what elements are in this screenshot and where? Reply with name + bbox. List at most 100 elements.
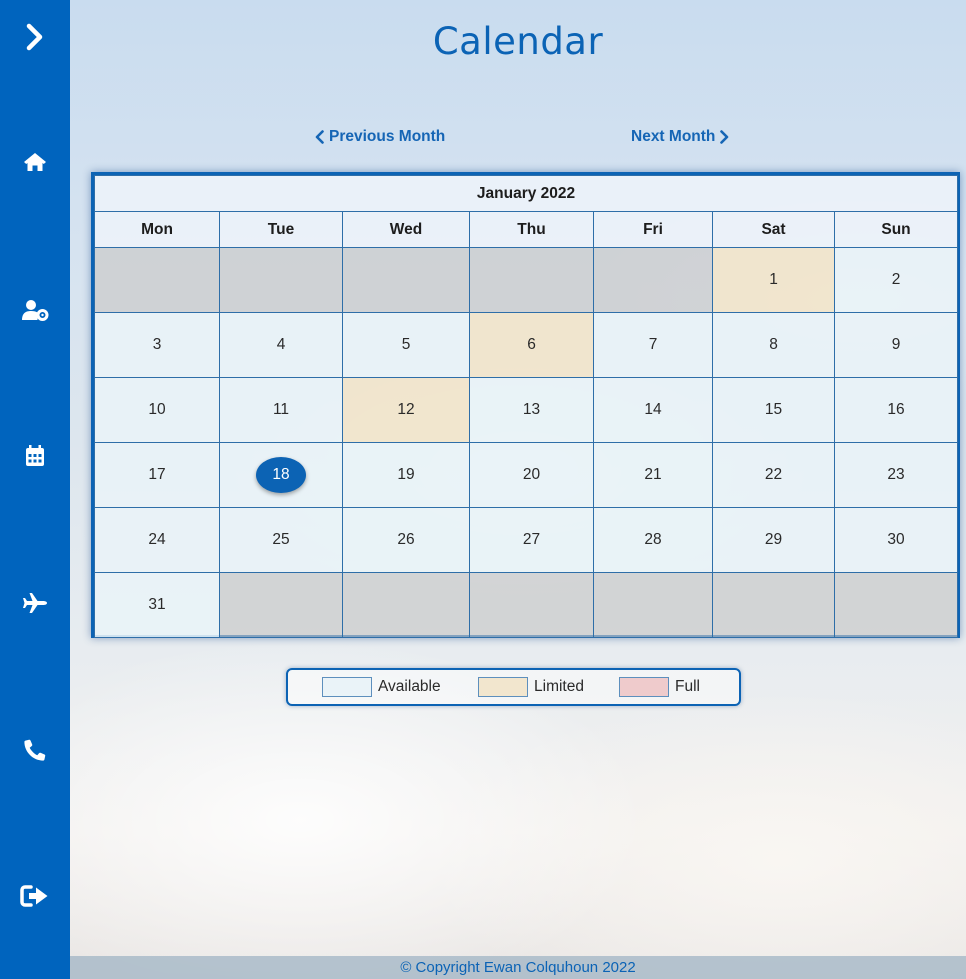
day-number: 8 [769, 336, 778, 353]
calendar-empty-cell [342, 572, 470, 638]
calendar-day-cell[interactable]: 12 [342, 377, 470, 443]
calendar-day-cell[interactable]: 3 [94, 312, 220, 378]
flights-button[interactable] [0, 573, 70, 633]
weekday-header: Fri [593, 211, 713, 248]
day-number: 21 [644, 466, 662, 483]
logout-button[interactable] [0, 866, 70, 926]
calendar-empty-cell [94, 247, 220, 313]
calendar-empty-cell [469, 572, 594, 638]
calendar-day-cell[interactable]: 27 [469, 507, 594, 573]
calendar-day-cell[interactable]: 30 [833, 507, 959, 573]
calendar-empty-cell [593, 247, 713, 313]
weekday-header: Sun [833, 211, 959, 248]
calendar-day-cell[interactable]: 22 [712, 442, 835, 508]
previous-month-link[interactable]: Previous Month [315, 128, 445, 146]
next-month-label: Next Month [631, 128, 716, 145]
day-number: 20 [522, 466, 541, 483]
calendar-day-cell[interactable]: 23 [833, 442, 959, 508]
calendar-day-cell[interactable]: 9 [833, 312, 959, 378]
phone-icon [24, 739, 46, 761]
calendar-month-label: January 2022 [93, 175, 959, 212]
weekday-header: Mon [94, 211, 220, 248]
weekday-header: Tue [219, 211, 343, 248]
calendar-empty-cell [342, 247, 470, 313]
calendar-week-row: 24 25 26 27 28 29 30 [94, 507, 959, 573]
calendar-button[interactable] [0, 426, 70, 486]
legend-swatch-full [619, 677, 669, 697]
calendar-day-cell[interactable]: 13 [469, 377, 594, 443]
calendar-day-cell[interactable]: 28 [593, 507, 713, 573]
availability-legend: Available Limited Full [286, 668, 741, 706]
expand-sidebar-button[interactable] [0, 7, 70, 67]
weekday-header-row: Mon Tue Wed Thu Fri Sat Sun [94, 211, 959, 248]
calendar-day-cell[interactable]: 17 [94, 442, 220, 508]
calendar-day-cell[interactable]: 19 [342, 442, 470, 508]
day-number: 31 [148, 596, 166, 613]
calendar-week-row: 12 [94, 247, 959, 313]
day-number: 26 [397, 531, 415, 548]
calendar-day-cell[interactable]: 10 [94, 377, 220, 443]
day-number: 7 [648, 336, 658, 353]
legend-label: Available [378, 678, 441, 695]
calendar-day-cell[interactable]: 31 [94, 572, 220, 638]
weekday-header: Sat [712, 211, 835, 248]
day-number: 28 [644, 531, 662, 548]
calendar-day-cell[interactable]: 26 [342, 507, 470, 573]
sign-out-icon [20, 885, 48, 907]
calendar-empty-cell [712, 572, 835, 638]
calendar-week-row: 3 4 5 6 7 8 9 [94, 312, 959, 378]
weekday-header: Wed [342, 211, 470, 248]
calendar-day-cell[interactable]: 14 [593, 377, 713, 443]
calendar-body: 1 2 3 4 5 6 7 8 9 10 11 12 13 14 15 16 17 18 19 20 21 22 23 24 2… [94, 247, 959, 638]
sidebar [0, 0, 70, 979]
home-icon [24, 153, 46, 171]
calendar-empty-cell [219, 572, 343, 638]
calendar-day-cell[interactable]: 21 [593, 442, 713, 508]
day-number: 3 [152, 336, 162, 353]
chevron-left-icon [315, 130, 324, 144]
calendar-day-cell[interactable]: 20 [469, 442, 594, 508]
day-number: 1 [769, 271, 778, 288]
legend-item-available: Available [322, 677, 441, 697]
plane-icon [23, 593, 47, 613]
calendar-day-cell[interactable]: 25 [219, 507, 343, 573]
calendar-day-cell[interactable]: 8 [712, 312, 835, 378]
day-number: 29 [764, 531, 783, 548]
calendar-day-cell[interactable]: 29 [712, 507, 835, 573]
calendar-day-cell[interactable]: 4 [219, 312, 343, 378]
calendar-icon [26, 445, 44, 466]
calendar-empty-cell [469, 247, 594, 313]
calendar-empty-cell [593, 572, 713, 638]
day-number: 2 [891, 271, 901, 288]
day-number: 16 [887, 401, 905, 418]
day-number: 30 [887, 531, 905, 548]
calendar-day-cell[interactable]: 1 [712, 247, 835, 313]
calendar-day-cell[interactable]: 2 [833, 247, 959, 313]
calendar-day-cell[interactable]: 15 [712, 377, 835, 443]
day-number: 25 [272, 531, 290, 548]
account-button[interactable] [0, 280, 70, 340]
calendar-day-cell[interactable]: 5 [342, 312, 470, 378]
legend-swatch-limited [478, 677, 528, 697]
legend-label: Full [675, 678, 700, 695]
day-number: 15 [764, 401, 783, 418]
day-number: 19 [397, 466, 415, 483]
next-month-link[interactable]: Next Month [631, 128, 729, 146]
calendar-empty-cell [833, 572, 959, 638]
day-number: 14 [644, 401, 662, 418]
calendar-day-cell[interactable]: 18 [219, 442, 343, 508]
day-number: 27 [522, 531, 541, 548]
calendar-day-cell[interactable]: 24 [94, 507, 220, 573]
calendar-day-cell[interactable]: 16 [833, 377, 959, 443]
chevron-right-icon [26, 23, 43, 51]
weekday-header: Thu [469, 211, 594, 248]
contact-button[interactable] [0, 720, 70, 780]
day-number: 23 [887, 466, 905, 483]
calendar-day-cell[interactable]: 7 [593, 312, 713, 378]
day-number: 22 [764, 466, 783, 483]
calendar-day-cell[interactable]: 11 [219, 377, 343, 443]
day-number: 24 [148, 531, 166, 548]
calendar-day-cell[interactable]: 6 [469, 312, 594, 378]
home-button[interactable] [0, 132, 70, 192]
chevron-right-icon [720, 130, 729, 144]
